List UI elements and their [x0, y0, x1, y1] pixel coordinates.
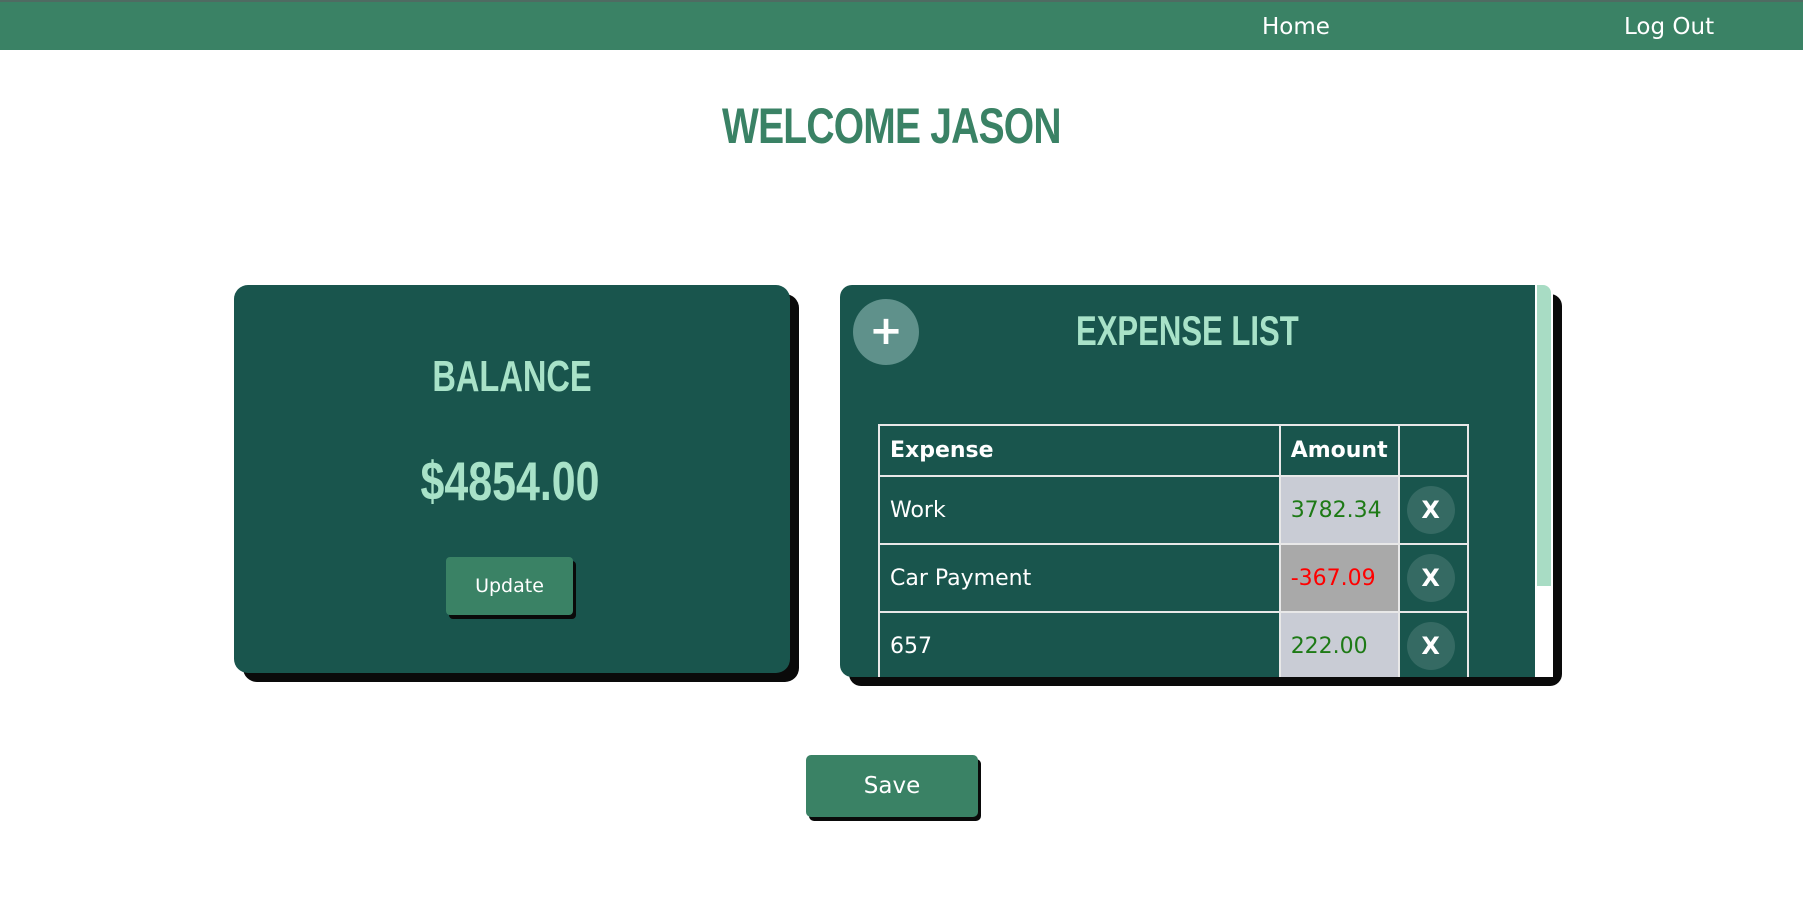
expense-amount[interactable]: -367.09 — [1278, 543, 1400, 613]
balance-amount: $4854.00 — [420, 450, 600, 512]
expense-amount[interactable]: 222.00 — [1278, 611, 1400, 677]
save-button[interactable]: Save — [806, 755, 978, 817]
delete-expense-button[interactable]: X — [1406, 622, 1455, 670]
expense-list-heading: EXPENSE LIST — [1075, 307, 1299, 354]
delete-expense-button[interactable]: X — [1406, 554, 1455, 602]
delete-expense-button[interactable]: X — [1406, 486, 1455, 534]
table-row: Work 3782.34 X — [878, 475, 1469, 545]
close-icon: X — [1421, 632, 1440, 660]
expense-name: 657 — [878, 611, 1281, 677]
column-header-amount: Amount — [1278, 424, 1400, 477]
plus-icon: + — [869, 308, 903, 354]
close-icon: X — [1421, 496, 1440, 524]
top-navbar: Home Log Out — [0, 0, 1803, 50]
column-header-actions — [1397, 424, 1469, 477]
delete-cell: X — [1397, 543, 1469, 613]
table-row: 657 222.00 X — [878, 611, 1469, 677]
nav-home-link[interactable]: Home — [1262, 12, 1330, 42]
table-row: Car Payment -367.09 X — [878, 543, 1469, 613]
balance-heading: BALANCE — [432, 352, 592, 401]
expense-table-container: Expense Amount Work 3782.34 X Car Paymen… — [878, 424, 1469, 677]
delete-cell: X — [1397, 611, 1469, 677]
delete-cell: X — [1397, 475, 1469, 545]
expense-amount[interactable]: 3782.34 — [1278, 475, 1400, 545]
expense-table-header: Expense Amount — [878, 424, 1469, 477]
nav-logout-link[interactable]: Log Out — [1624, 12, 1714, 42]
expense-name: Car Payment — [878, 543, 1281, 613]
update-balance-button[interactable]: Update — [446, 557, 573, 615]
close-icon: X — [1421, 564, 1440, 592]
column-header-expense: Expense — [878, 424, 1281, 477]
expense-table: Expense Amount Work 3782.34 X Car Paymen… — [878, 424, 1469, 677]
expense-scrollbar-thumb[interactable] — [1537, 285, 1551, 586]
page-title: WELCOME JASON — [722, 98, 1061, 154]
expense-name: Work — [878, 475, 1281, 545]
add-expense-button[interactable]: + — [853, 299, 919, 365]
